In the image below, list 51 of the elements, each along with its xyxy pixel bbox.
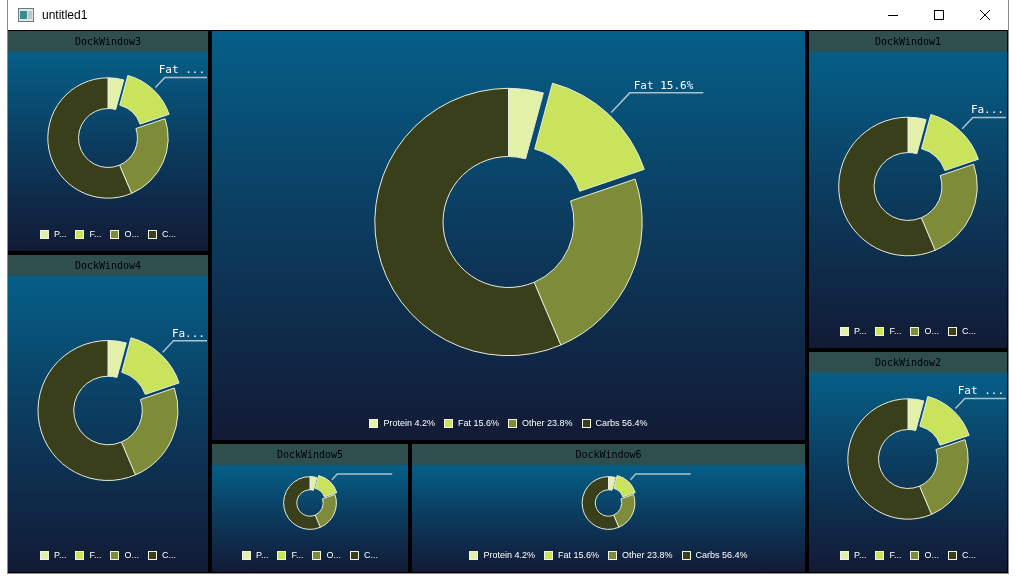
legend-label: P... bbox=[54, 229, 67, 239]
slice-label: Fat ... bbox=[957, 384, 1004, 398]
legend-label: F... bbox=[889, 550, 902, 560]
donut-chart-drawing bbox=[581, 475, 636, 530]
dock-title-bar[interactable]: DockWindow5 bbox=[212, 444, 408, 465]
legend-label: Other 23.8% bbox=[622, 550, 673, 560]
legend-label: Fat 15.6% bbox=[457, 418, 499, 428]
close-icon bbox=[980, 10, 990, 20]
legend-label: Other 23.8% bbox=[522, 418, 573, 428]
legend-label: O... bbox=[124, 550, 139, 560]
legend-label: O... bbox=[124, 229, 139, 239]
leader-line bbox=[331, 473, 393, 481]
dock-title-bar[interactable]: DockWindow4 bbox=[8, 255, 208, 276]
dock-title-bar[interactable]: DockWindow6 bbox=[412, 444, 805, 465]
leader-line bbox=[961, 116, 1007, 130]
legend-label: P... bbox=[256, 550, 269, 560]
legend-label: O... bbox=[924, 550, 939, 560]
legend-label: C... bbox=[961, 326, 976, 336]
legend-label: P... bbox=[854, 326, 867, 336]
legend-label: Fat 15.6% bbox=[557, 550, 599, 560]
legend-label: C... bbox=[363, 550, 378, 560]
legend-label: F... bbox=[89, 229, 102, 239]
legend-label: Protein 4.2% bbox=[483, 550, 535, 560]
legend-label: Protein 4.2% bbox=[383, 418, 435, 428]
dock-title-bar[interactable]: DockWindow3 bbox=[8, 31, 208, 52]
leader-line bbox=[154, 76, 208, 89]
leader-line bbox=[162, 340, 208, 353]
donut-chart-drawing bbox=[283, 475, 338, 530]
legend-label: F... bbox=[889, 326, 902, 336]
legend-label: F... bbox=[89, 550, 102, 560]
slice-label: Fa... bbox=[171, 326, 205, 340]
legend-label: P... bbox=[54, 550, 67, 560]
window-title: untitled1 bbox=[42, 8, 88, 22]
legend-label: Carbs 56.4% bbox=[595, 418, 648, 428]
legend-label: C... bbox=[161, 550, 176, 560]
legend-label: C... bbox=[961, 550, 976, 560]
leader-line bbox=[629, 473, 692, 481]
dock-title-bar[interactable]: DockWindow1 bbox=[809, 31, 1007, 52]
slice-label: Fat 15.6% bbox=[633, 78, 694, 92]
legend-label: O... bbox=[924, 326, 939, 336]
legend-label: P... bbox=[854, 550, 867, 560]
maximize-icon bbox=[934, 10, 944, 20]
legend-label: O... bbox=[326, 550, 341, 560]
legend-label: C... bbox=[161, 229, 176, 239]
leader-line bbox=[954, 397, 1007, 410]
dock-title-bar[interactable]: DockWindow2 bbox=[809, 352, 1007, 373]
slice-label: Fat ... bbox=[158, 63, 205, 77]
legend-label: F... bbox=[291, 550, 304, 560]
legend-label: Carbs 56.4% bbox=[695, 550, 748, 560]
app-icon bbox=[18, 8, 34, 22]
slice-label: Fa... bbox=[970, 103, 1004, 117]
